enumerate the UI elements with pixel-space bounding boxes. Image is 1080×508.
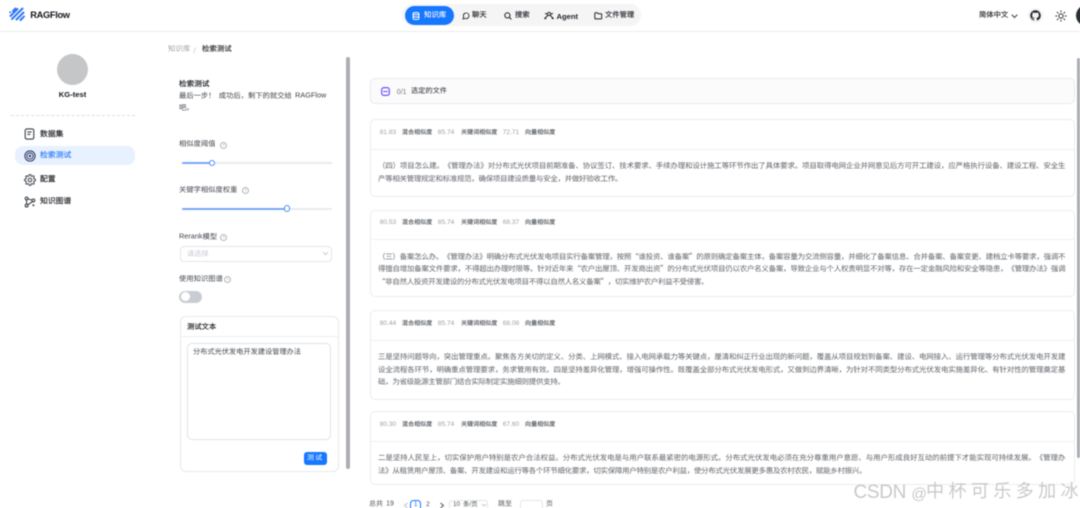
svg-text:19: 19 (386, 501, 394, 508)
svg-text:?: ? (222, 143, 225, 148)
svg-text:10: 10 (453, 501, 461, 508)
svg-text:/: / (469, 501, 471, 508)
svg-text:?: ? (244, 188, 247, 193)
svg-text:?: ? (227, 277, 230, 282)
svg-text:RAGFlow: RAGFlow (295, 91, 327, 100)
svg-text:?: ? (222, 235, 225, 240)
svg-text:Rerank: Rerank (179, 232, 203, 241)
